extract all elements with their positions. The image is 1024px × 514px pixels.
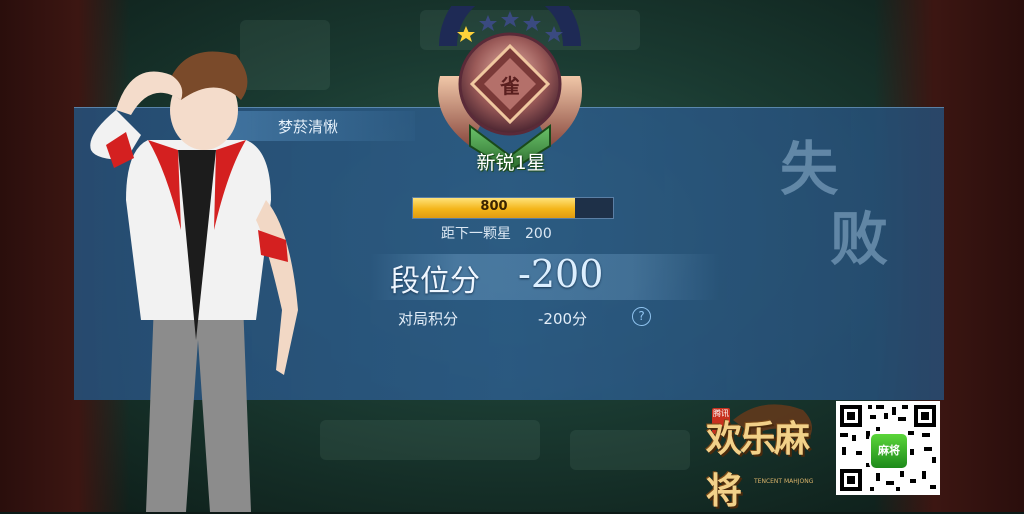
star-empty-icon <box>523 15 541 31</box>
rank-progress-value: 800 <box>480 199 508 214</box>
rank-title: 新锐1星 <box>476 152 546 174</box>
next-star-value: 200 <box>525 226 552 242</box>
result-stamp: 失 败 <box>760 122 910 292</box>
help-icon[interactable]: ? <box>632 307 651 326</box>
background-tile <box>320 420 540 460</box>
rank-tile-char: 雀 <box>500 74 520 98</box>
player-avatar <box>90 51 298 512</box>
match-score-label: 对局积分 <box>398 310 459 328</box>
match-score-value: -200分 <box>538 310 588 328</box>
next-star-info: 距下一颗星 200 <box>441 223 552 243</box>
background-tile <box>570 430 690 470</box>
qr-app-label: 麻将 <box>878 444 900 457</box>
logo-text: 欢乐麻将 <box>706 418 810 512</box>
star-empty-icon <box>501 11 519 27</box>
score-value: -200 <box>518 252 604 296</box>
next-star-label: 距下一颗星 <box>441 226 511 242</box>
qr-app-icon: 麻将 <box>869 432 909 470</box>
score-label: 段位分 <box>390 264 480 299</box>
rank-progress-bar: 800 <box>412 197 614 219</box>
result-char-2: 败 <box>830 205 889 273</box>
star-empty-icon <box>479 15 497 31</box>
logo-subtitle: TENCENT MAHJONG <box>754 478 814 485</box>
